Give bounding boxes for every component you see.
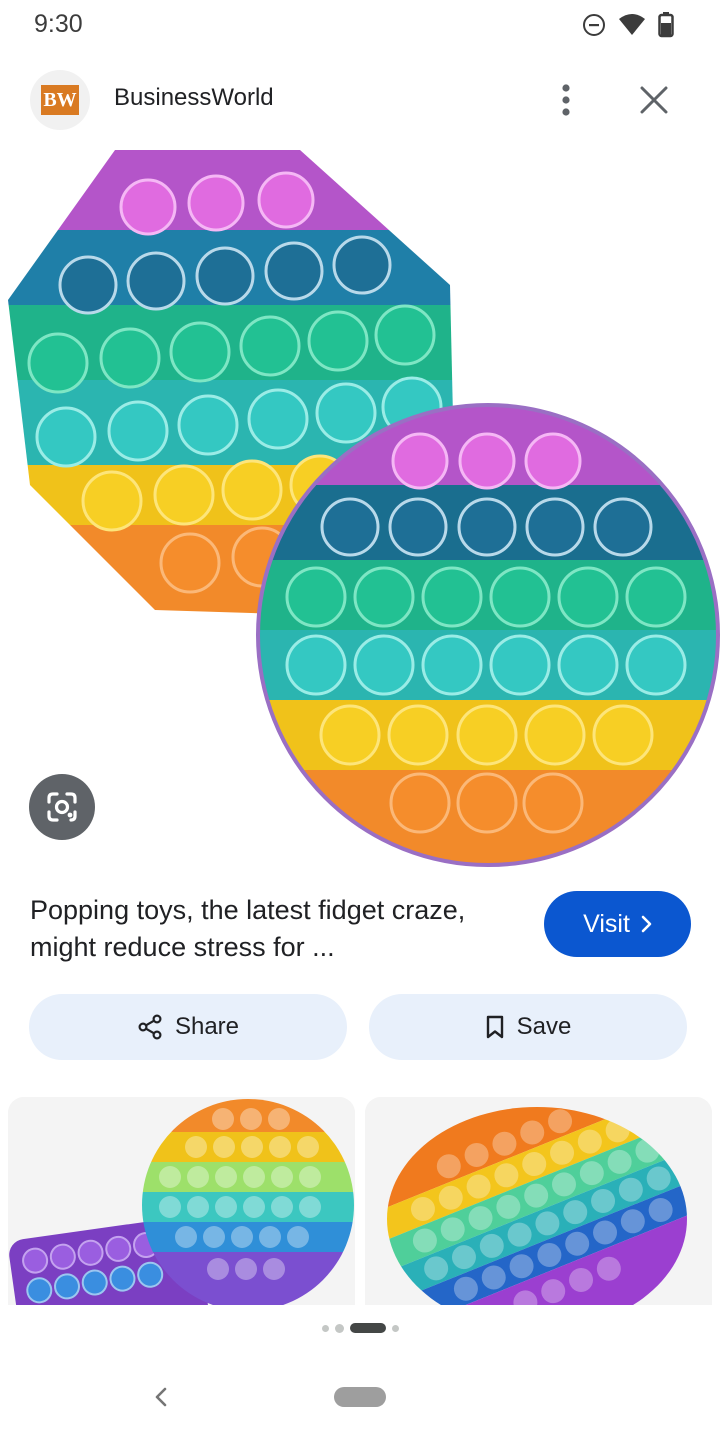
bookmark-icon (486, 1015, 503, 1039)
share-label: Share (174, 1013, 240, 1040)
share-icon (138, 1014, 162, 1040)
main-image[interactable] (0, 145, 720, 875)
do-not-disturb-icon (583, 14, 605, 36)
system-navigation-bar (0, 1360, 720, 1440)
visit-label: Visit (583, 909, 630, 938)
related-image-1-art (8, 1097, 355, 1305)
google-lens-button[interactable] (29, 774, 95, 840)
back-button[interactable] (146, 1380, 176, 1414)
more-options-button[interactable] (548, 78, 584, 122)
result-title[interactable]: Popping toys, the latest fidget craze, m… (30, 892, 500, 966)
page-dot-active (349, 1323, 386, 1333)
status-bar: 9:30 (0, 0, 720, 52)
site-logo-mark: BW (41, 85, 79, 115)
back-chevron-icon (155, 1387, 167, 1407)
close-icon (640, 86, 668, 114)
related-image-2-art (365, 1097, 712, 1305)
status-icons (582, 12, 674, 38)
page-dot (334, 1323, 344, 1333)
site-logo[interactable]: BW (30, 70, 90, 130)
close-button[interactable] (632, 78, 676, 122)
site-name[interactable]: BusinessWorld (114, 84, 274, 112)
more-vert-icon (562, 84, 570, 116)
pop-it-toys-image (8, 150, 720, 867)
related-image-1[interactable] (8, 1097, 355, 1305)
share-button[interactable]: Share (29, 994, 347, 1060)
page-indicator (0, 1318, 720, 1338)
google-lens-icon (47, 792, 77, 822)
page-dot (321, 1324, 329, 1332)
battery-icon (658, 12, 674, 38)
source-header: BW BusinessWorld (0, 64, 720, 136)
status-time: 9:30 (34, 10, 83, 38)
save-label: Save (516, 1013, 572, 1040)
related-image-2[interactable] (365, 1097, 712, 1305)
save-button[interactable]: Save (369, 994, 687, 1060)
page-dot (391, 1324, 399, 1332)
chevron-right-icon (641, 915, 652, 933)
wifi-icon (619, 14, 645, 35)
home-pill[interactable] (334, 1387, 386, 1407)
visit-button[interactable]: Visit (544, 891, 691, 957)
